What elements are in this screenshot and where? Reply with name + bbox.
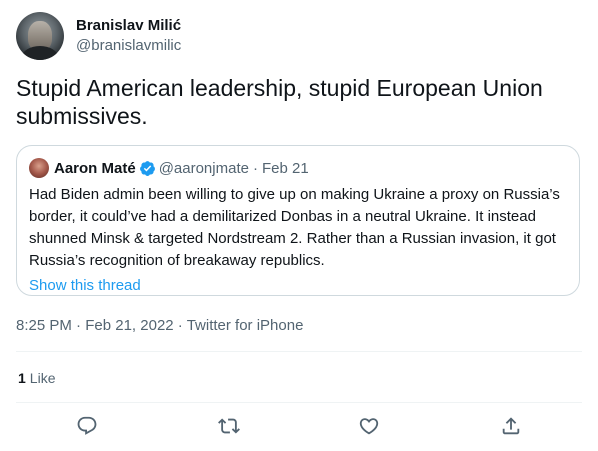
- retweet-button[interactable]: [218, 415, 242, 439]
- share-icon: [502, 417, 520, 435]
- author-names: Branislav Milić @branislavmilic: [76, 16, 181, 56]
- like-button[interactable]: [358, 415, 382, 439]
- tweet-time[interactable]: 8:25 PM: [16, 317, 72, 334]
- quoted-date[interactable]: Feb 21: [262, 160, 309, 177]
- tweet-source[interactable]: Twitter for iPhone: [187, 317, 304, 334]
- author-handle[interactable]: @branislavmilic: [76, 36, 181, 56]
- share-button[interactable]: [500, 415, 524, 439]
- likes-count: 1: [18, 370, 26, 386]
- quoted-author-handle[interactable]: @aaronjmate: [159, 160, 249, 177]
- like-icon: [359, 418, 379, 435]
- quoted-separator: ·: [252, 159, 258, 177]
- tweet-meta: 8:25 PM · Feb 21, 2022 · Twitter for iPh…: [16, 316, 303, 336]
- reply-button[interactable]: [76, 415, 100, 439]
- quoted-tweet-header: Aaron Maté @aaronjmate · Feb 21: [29, 158, 567, 178]
- meta-separator-2: ·: [177, 317, 183, 334]
- likes-stat[interactable]: 1 Like: [18, 369, 55, 387]
- quoted-author-display-name[interactable]: Aaron Maté: [54, 160, 136, 177]
- meta-separator-1: ·: [76, 317, 82, 334]
- reply-icon: [77, 416, 97, 435]
- author-avatar[interactable]: [16, 12, 64, 60]
- tweet-text: Stupid American leadership, stupid Europ…: [16, 75, 543, 129]
- tweet-header: Branislav Milić @branislavmilic: [16, 12, 181, 60]
- action-bar: [0, 415, 598, 439]
- likes-label: Like: [29, 370, 56, 386]
- quoted-author-avatar[interactable]: [29, 158, 49, 178]
- quoted-tweet[interactable]: Aaron Maté @aaronjmate · Feb 21 Had Bide…: [16, 145, 580, 296]
- quoted-tweet-text: Had Biden admin been willing to give up …: [29, 186, 560, 269]
- divider-bottom: [16, 402, 582, 403]
- retweet-icon: [218, 418, 240, 434]
- divider-top: [16, 351, 582, 352]
- verified-badge-icon: [139, 160, 155, 176]
- tweet-date[interactable]: Feb 21, 2022: [85, 317, 173, 334]
- author-display-name[interactable]: Branislav Milić: [76, 16, 181, 36]
- show-thread-link[interactable]: Show this thread: [29, 276, 141, 296]
